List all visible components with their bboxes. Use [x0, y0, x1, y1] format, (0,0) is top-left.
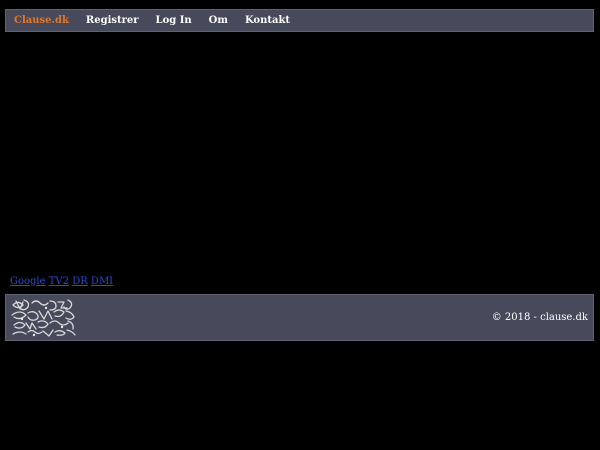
scribble-logo-icon: [11, 299, 76, 337]
copyright-text: © 2018 - clause.dk: [491, 312, 588, 323]
quick-link-tv2[interactable]: TV2: [49, 276, 69, 287]
quick-link-dr[interactable]: DR: [72, 276, 88, 287]
nav-item-kontakt[interactable]: Kontakt: [245, 15, 290, 26]
quick-link-dmi[interactable]: DMI: [91, 276, 113, 287]
quick-link-google[interactable]: Google: [10, 276, 46, 287]
footer: © 2018 - clause.dk: [5, 294, 594, 341]
quick-links: Google TV2 DR DMI: [10, 276, 113, 287]
main-content-area: [5, 33, 594, 293]
nav-item-om[interactable]: Om: [209, 15, 228, 26]
nav-item-registrer[interactable]: Registrer: [86, 15, 139, 26]
brand-link[interactable]: Clause.dk: [14, 15, 69, 26]
top-navbar: Clause.dk Registrer Log In Om Kontakt: [5, 9, 594, 32]
nav-item-log-in[interactable]: Log In: [156, 15, 192, 26]
